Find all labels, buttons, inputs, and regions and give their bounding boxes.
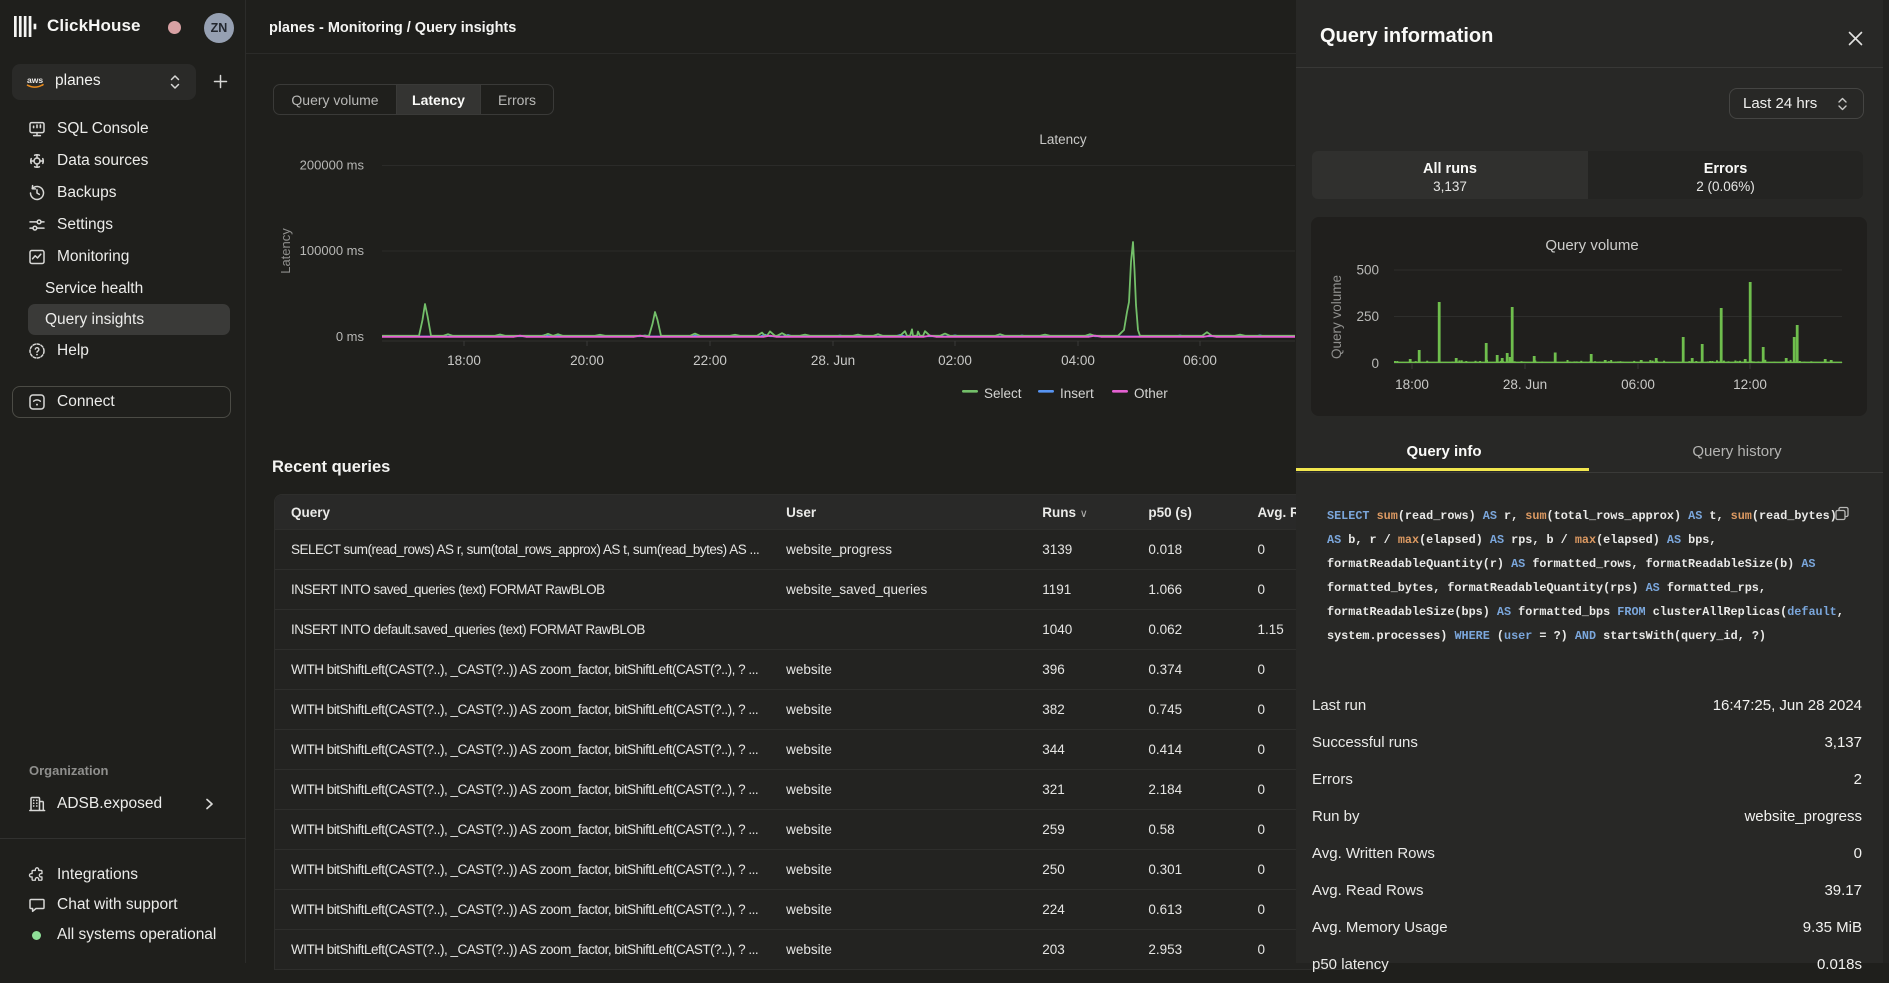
svg-text:Select: Select bbox=[984, 386, 1022, 401]
svg-text:Latency: Latency bbox=[1039, 132, 1087, 147]
svg-text:06:00: 06:00 bbox=[1183, 353, 1217, 368]
svg-text:22:00: 22:00 bbox=[693, 353, 727, 368]
svg-text:Query volume: Query volume bbox=[1329, 275, 1344, 359]
svg-text:28. Jun: 28. Jun bbox=[811, 353, 855, 368]
svg-text:20:00: 20:00 bbox=[570, 353, 604, 368]
svg-text:500: 500 bbox=[1356, 263, 1379, 278]
svg-text:04:00: 04:00 bbox=[1061, 353, 1095, 368]
svg-text:18:00: 18:00 bbox=[447, 353, 481, 368]
svg-text:aws: aws bbox=[27, 75, 43, 85]
svg-text:Insert: Insert bbox=[1060, 386, 1094, 401]
svg-text:28. Jun: 28. Jun bbox=[1503, 377, 1547, 392]
svg-text:Query volume: Query volume bbox=[1545, 237, 1638, 254]
svg-text:100000 ms: 100000 ms bbox=[300, 243, 365, 258]
svg-text:18:00: 18:00 bbox=[1395, 377, 1429, 392]
svg-text:200000 ms: 200000 ms bbox=[300, 158, 365, 173]
svg-text:Other: Other bbox=[1134, 386, 1168, 401]
svg-text:0 ms: 0 ms bbox=[336, 329, 365, 344]
svg-text:02:00: 02:00 bbox=[938, 353, 972, 368]
svg-text:06:00: 06:00 bbox=[1621, 377, 1655, 392]
svg-text:Latency: Latency bbox=[278, 228, 293, 274]
svg-text:0: 0 bbox=[1371, 356, 1379, 371]
svg-text:12:00: 12:00 bbox=[1733, 377, 1767, 392]
svg-text:250: 250 bbox=[1356, 309, 1379, 324]
